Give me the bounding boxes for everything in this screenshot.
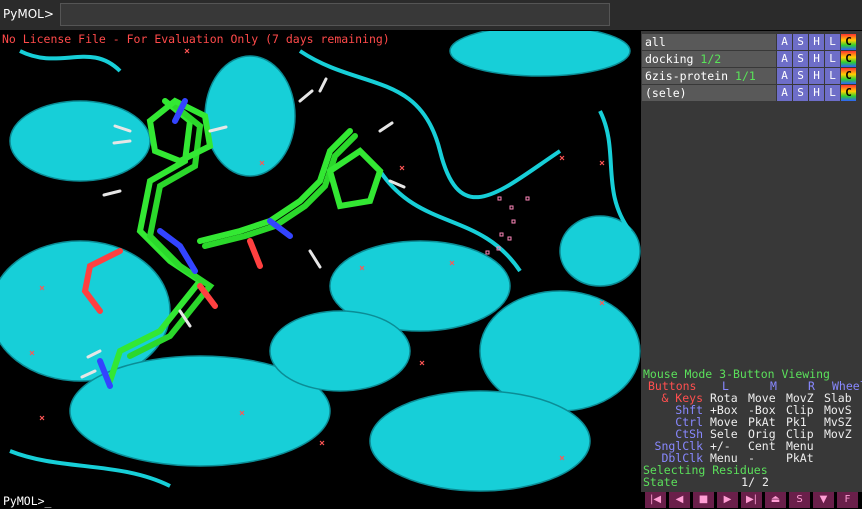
label-button[interactable]: L <box>825 85 840 101</box>
top-prompt-label: PyMOL> <box>3 7 54 21</box>
hide-button[interactable]: H <box>809 51 824 67</box>
object-row-sele[interactable]: (sele) A S H L C <box>642 85 861 101</box>
color-button[interactable]: C <box>841 85 856 101</box>
ring <box>326 147 384 210</box>
molecular-viewport[interactable]: No License File - For Evaluation Only (7… <box>0 31 641 492</box>
protein-scene <box>0 31 641 492</box>
object-name[interactable]: all <box>642 34 776 50</box>
object-row-all[interactable]: all A S H L C <box>642 34 861 50</box>
action-button[interactable]: A <box>777 68 792 84</box>
show-button[interactable]: S <box>793 51 808 67</box>
fullscreen-button[interactable]: F <box>837 492 858 508</box>
show-button[interactable]: S <box>793 68 808 84</box>
bottom-prompt[interactable]: PyMOL>_ <box>3 494 51 508</box>
hide-button[interactable]: H <box>809 68 824 84</box>
state-row: State 1/ 2 <box>643 475 769 489</box>
action-button[interactable]: A <box>777 51 792 67</box>
action-button[interactable]: A <box>777 34 792 50</box>
object-row-6zis-protein[interactable]: 6zis-protein 1/1 A S H L C <box>642 68 861 84</box>
loop <box>19 49 122 73</box>
show-button[interactable]: S <box>793 34 808 50</box>
step-forward-button[interactable]: ▶| <box>741 492 762 508</box>
rewind-button[interactable]: |◀ <box>645 492 666 508</box>
object-name[interactable]: (sele) <box>642 85 776 101</box>
color-button[interactable]: C <box>841 68 856 84</box>
loop <box>449 31 631 77</box>
oxygen-bond <box>247 238 263 269</box>
sheet <box>269 310 411 392</box>
helix <box>0 240 171 382</box>
helix <box>369 390 591 492</box>
scene-button[interactable]: S <box>789 492 810 508</box>
license-warning: No License File - For Evaluation Only (7… <box>2 32 390 46</box>
mouse-mode-panel[interactable]: Mouse Mode 3-Button Viewing Buttons L M R Wh… <box>643 368 862 488</box>
selection-markers <box>485 196 530 255</box>
label-button[interactable]: L <box>825 34 840 50</box>
object-name[interactable]: docking 1/2 <box>642 51 776 67</box>
object-row-docking[interactable]: docking 1/2 A S H L C <box>642 51 861 67</box>
hide-button[interactable]: H <box>809 34 824 50</box>
action-button[interactable]: A <box>777 85 792 101</box>
step-back-button[interactable]: ◀ <box>669 492 690 508</box>
stop-button[interactable]: ■ <box>693 492 714 508</box>
top-command-bar: PyMOL> <box>0 0 862 30</box>
show-button[interactable]: S <box>793 85 808 101</box>
label-button[interactable]: L <box>825 68 840 84</box>
label-button[interactable]: L <box>825 51 840 67</box>
helix <box>204 55 296 177</box>
bottom-command-line[interactable]: PyMOL>_ <box>0 492 641 509</box>
command-input[interactable] <box>60 3 610 26</box>
end-button[interactable]: ⏏ <box>765 492 786 508</box>
hide-button[interactable]: H <box>809 85 824 101</box>
color-button[interactable]: C <box>841 51 856 67</box>
color-button[interactable]: C <box>841 34 856 50</box>
movie-controls: |◀ ◀ ■ ▶ ▶| ⏏ S ▼ F <box>645 492 862 509</box>
loop <box>598 110 632 233</box>
play-button[interactable]: ▶ <box>717 492 738 508</box>
object-name[interactable]: 6zis-protein 1/1 <box>642 68 776 84</box>
menu-button[interactable]: ▼ <box>813 492 834 508</box>
